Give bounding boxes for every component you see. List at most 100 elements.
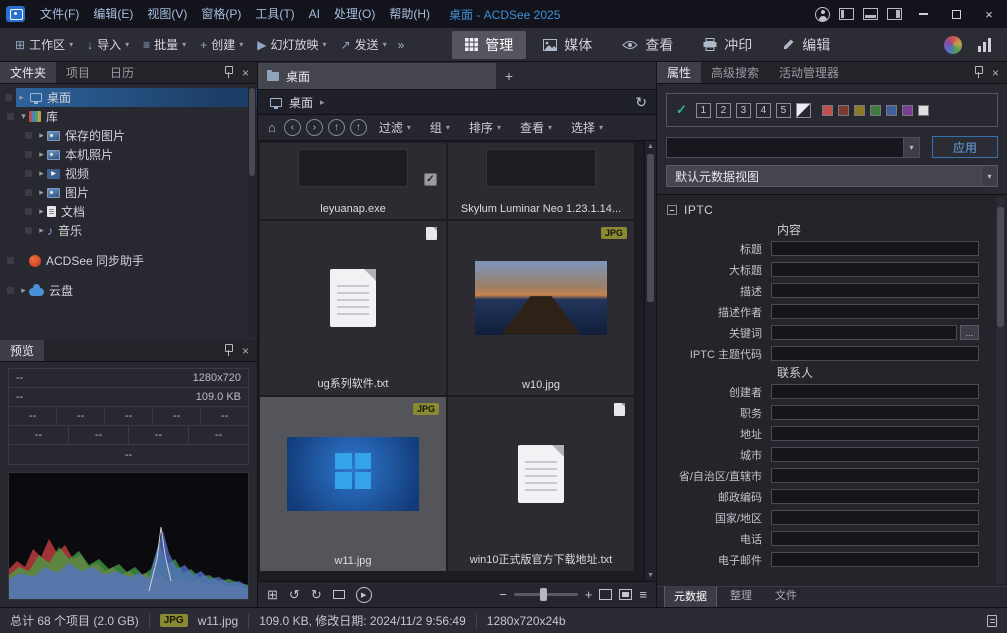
workspace-button[interactable]: ⊞工作区▾ [8, 32, 80, 58]
tree-item-local-photos[interactable]: ▸ 本机照片 [0, 145, 257, 164]
tree-item-cloud[interactable]: ▸ 云盘 [0, 281, 257, 300]
compare-icon[interactable]: ⊞ [267, 587, 278, 603]
toolbar-overflow-button[interactable]: » [394, 38, 409, 52]
color-label-green[interactable] [870, 105, 881, 116]
user-account-icon[interactable] [815, 7, 830, 22]
scroll-down-icon[interactable]: ▼ [645, 572, 656, 579]
mode-media[interactable]: 媒体 [530, 31, 605, 59]
back-button[interactable]: ‹ [284, 119, 301, 136]
zoom-slider-handle[interactable] [540, 588, 547, 601]
iptc-writer-input[interactable] [771, 304, 979, 319]
iptc-headline-input[interactable] [771, 262, 979, 277]
iptc-title-input[interactable] [771, 241, 979, 256]
browser-tab-desktop[interactable]: 桌面 [258, 63, 496, 89]
actual-size-icon[interactable] [599, 589, 612, 600]
expander-icon[interactable]: ▸ [36, 168, 47, 179]
crop-icon[interactable] [333, 590, 345, 599]
quick-pin[interactable] [20, 132, 36, 139]
zoom-slider[interactable] [514, 593, 578, 596]
expander-icon[interactable]: ▸ [36, 187, 47, 198]
forward-button[interactable]: › [306, 119, 323, 136]
collapse-icon[interactable] [667, 205, 677, 215]
close-panel-icon[interactable]: × [992, 66, 999, 80]
tab-folders[interactable]: 文件夹 [0, 62, 56, 83]
rating-1[interactable]: 1 [696, 103, 711, 118]
list-view-icon[interactable]: ≡ [639, 587, 647, 602]
tab-preview[interactable]: 预览 [0, 340, 44, 361]
filter-menu[interactable]: 过滤▾ [372, 119, 418, 136]
iptc-subject-code-input[interactable] [771, 346, 979, 361]
tree-item-saved-pictures[interactable]: ▸ 保存的图片 [0, 126, 257, 145]
iptc-keywords-input[interactable] [771, 325, 957, 340]
layout-right-panel-icon[interactable] [887, 8, 902, 20]
iptc-city-input[interactable] [771, 447, 979, 462]
mode-print[interactable]: 冲印 [690, 31, 765, 59]
file-checkbox[interactable]: ✓ [424, 173, 437, 186]
quick-pin[interactable] [2, 287, 18, 294]
select-menu[interactable]: 选择▾ [564, 119, 610, 136]
autoplay-icon[interactable]: ▶ [356, 587, 372, 603]
menu-process[interactable]: 处理(O) [327, 0, 382, 28]
iptc-creator-input[interactable] [771, 384, 979, 399]
menu-view[interactable]: 视图(V) [140, 0, 194, 28]
expander-icon[interactable]: ▸ [16, 92, 27, 103]
pin-icon[interactable] [224, 66, 232, 79]
chevron-down-icon[interactable]: ▾ [981, 166, 997, 186]
iptc-phone-input[interactable] [771, 531, 979, 546]
scrollbar-thumb[interactable] [249, 88, 255, 176]
rotate-left-icon[interactable]: ↺ [289, 587, 300, 603]
community-globe-icon[interactable] [944, 36, 962, 54]
scrollbar-thumb[interactable] [997, 207, 1004, 327]
thumbnail-view-icon[interactable] [619, 589, 632, 600]
import-button[interactable]: ↓导入▾ [80, 32, 136, 58]
color-label-none[interactable] [918, 105, 929, 116]
refresh-icon[interactable]: ↻ [635, 94, 647, 111]
batch-button[interactable]: ≡批量▾ [136, 32, 193, 58]
iptc-email-input[interactable] [771, 552, 979, 567]
quick-pin[interactable] [20, 151, 36, 158]
expander-icon[interactable]: ▸ [18, 285, 29, 296]
expander-icon[interactable]: ▸ [36, 225, 47, 236]
iptc-section-header[interactable]: IPTC [657, 198, 1007, 221]
tab-organize[interactable]: 整理 [720, 584, 762, 607]
tab-calendar[interactable]: 日历 [100, 62, 144, 83]
quick-pin[interactable] [2, 113, 18, 120]
pin-icon[interactable] [224, 344, 232, 357]
menu-edit[interactable]: 编辑(E) [86, 0, 140, 28]
iptc-job-title-input[interactable] [771, 405, 979, 420]
iptc-country-input[interactable] [771, 510, 979, 525]
pin-icon[interactable] [974, 66, 982, 79]
tree-item-pictures[interactable]: ▸ 图片 [0, 183, 257, 202]
iptc-address-input[interactable] [771, 426, 979, 441]
tree-item-videos[interactable]: ▸ ▶ 视频 [0, 164, 257, 183]
dashboard-chart-icon[interactable] [978, 37, 991, 52]
file-cell-win10-txt[interactable]: win10正式版官方下载地址.txt [448, 397, 634, 571]
grid-scrollbar[interactable]: ▲ ▼ [644, 141, 656, 581]
color-label-purple[interactable] [902, 105, 913, 116]
layout-bottom-panel-icon[interactable] [863, 8, 878, 20]
quick-pin[interactable] [20, 227, 36, 234]
slideshow-button[interactable]: ▶幻灯放映▾ [250, 32, 333, 58]
mode-manage[interactable]: 管理 [452, 31, 526, 59]
rating-2[interactable]: 2 [716, 103, 731, 118]
file-cell-leyuanap[interactable]: ✓ leyuanap.exe [260, 143, 446, 219]
tree-item-sync-assistant[interactable]: ACDSee 同步助手 [0, 251, 257, 270]
file-cell-w10[interactable]: JPG w10.jpg [448, 221, 634, 395]
zoom-in-icon[interactable]: + [585, 587, 593, 602]
keywords-more-button[interactable]: ... [960, 325, 979, 340]
metadata-view-dropdown[interactable]: 默认元数据视图 ▾ [666, 165, 998, 187]
expander-icon[interactable]: ▸ [36, 149, 47, 160]
layout-left-panel-icon[interactable] [839, 8, 854, 20]
rating-5[interactable]: 5 [776, 103, 791, 118]
mode-view[interactable]: 查看 [609, 31, 686, 59]
tab-file[interactable]: 文件 [765, 584, 807, 607]
close-panel-icon[interactable]: × [242, 66, 249, 80]
tab-catalog[interactable]: 项目 [56, 62, 100, 83]
close-panel-icon[interactable]: × [242, 344, 249, 358]
color-label-red[interactable] [822, 105, 833, 116]
color-label-brown[interactable] [838, 105, 849, 116]
status-doc-icon[interactable] [987, 615, 997, 627]
rotate-right-icon[interactable]: ↻ [311, 587, 322, 603]
quick-pin[interactable] [20, 170, 36, 177]
home-icon[interactable]: ⌂ [265, 120, 279, 135]
